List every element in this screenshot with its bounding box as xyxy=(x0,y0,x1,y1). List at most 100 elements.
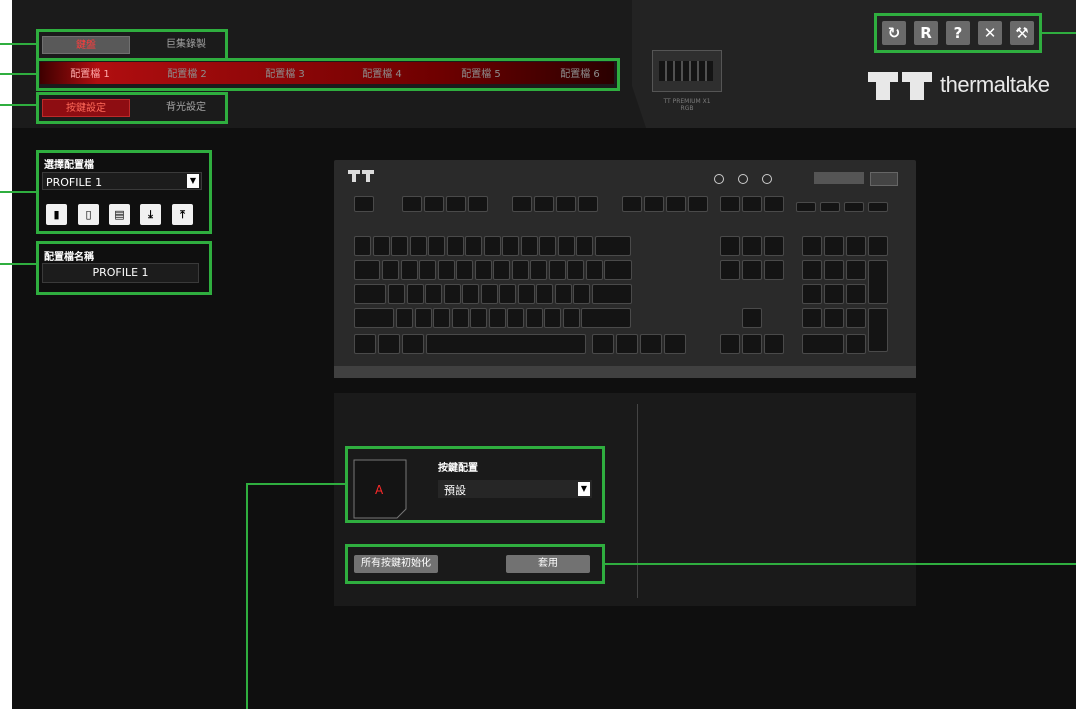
keyboard-key[interactable] xyxy=(824,236,844,256)
keyboard-key[interactable] xyxy=(742,236,762,256)
keyboard-key[interactable] xyxy=(468,196,488,212)
keyboard-key[interactable] xyxy=(556,196,576,212)
keyboard-key[interactable] xyxy=(372,236,390,256)
keyboard-key[interactable] xyxy=(644,196,664,212)
keyboard-key[interactable] xyxy=(548,260,566,280)
keyboard-key[interactable] xyxy=(802,334,844,354)
keyboard-key[interactable] xyxy=(824,284,844,304)
keyboard-key[interactable] xyxy=(666,196,686,212)
keyboard-key[interactable] xyxy=(557,236,575,256)
keyboard-key[interactable] xyxy=(720,196,740,212)
keyboard-key[interactable] xyxy=(502,236,519,256)
keyboard-key[interactable] xyxy=(354,196,374,212)
keyboard-key[interactable] xyxy=(592,334,614,354)
keyboard-key[interactable] xyxy=(622,196,642,212)
keyboard-key[interactable] xyxy=(530,260,547,280)
keyboard-key[interactable] xyxy=(846,260,866,280)
keyboard-key[interactable] xyxy=(354,260,380,280)
keyboard-key[interactable] xyxy=(573,284,590,304)
keyboard-key[interactable] xyxy=(483,236,501,256)
keyboard-key[interactable] xyxy=(640,334,662,354)
keyboard-key[interactable] xyxy=(511,260,529,280)
keyboard-key[interactable] xyxy=(402,334,424,354)
keyboard-key[interactable] xyxy=(456,260,473,280)
keyboard-key[interactable] xyxy=(462,284,479,304)
keyboard-key[interactable] xyxy=(802,260,822,280)
keyboard-key[interactable] xyxy=(536,284,553,304)
keyboard-key[interactable] xyxy=(474,260,492,280)
keyboard-key[interactable] xyxy=(443,284,461,304)
keyboard-key[interactable] xyxy=(525,308,543,328)
keyboard-key[interactable] xyxy=(493,260,510,280)
keyboard-key[interactable] xyxy=(581,308,631,328)
keyboard-key[interactable] xyxy=(720,260,740,280)
keyboard-key[interactable] xyxy=(396,308,413,328)
keyboard-key[interactable] xyxy=(391,236,408,256)
keyboard-key[interactable] xyxy=(488,308,506,328)
keyboard-key[interactable] xyxy=(846,284,866,304)
keyboard-key[interactable] xyxy=(437,260,455,280)
keyboard-key[interactable] xyxy=(824,260,844,280)
keyboard-key[interactable] xyxy=(846,236,866,256)
keyboard-key[interactable] xyxy=(688,196,708,212)
keyboard-key[interactable] xyxy=(868,260,888,304)
keyboard-key[interactable] xyxy=(742,308,762,328)
keyboard-key[interactable] xyxy=(591,284,632,304)
keyboard-key[interactable] xyxy=(388,284,405,304)
keyboard-key[interactable] xyxy=(764,196,784,212)
keyboard-key[interactable] xyxy=(604,260,632,280)
keyboard-key[interactable] xyxy=(354,334,376,354)
keyboard-key[interactable] xyxy=(616,334,638,354)
keyboard-key[interactable] xyxy=(512,196,532,212)
keyboard-key[interactable] xyxy=(517,284,535,304)
keyboard-key[interactable] xyxy=(764,334,784,354)
keyboard-key[interactable] xyxy=(742,196,762,212)
keyboard-key[interactable] xyxy=(520,236,538,256)
keyboard-key[interactable] xyxy=(802,284,822,304)
keyboard-key[interactable] xyxy=(354,236,371,256)
keyboard-key[interactable] xyxy=(406,284,424,304)
keyboard-key[interactable] xyxy=(846,334,866,354)
keyboard-key[interactable] xyxy=(562,308,580,328)
keyboard-key[interactable] xyxy=(354,284,386,304)
device-thumbnail[interactable] xyxy=(652,50,722,92)
keyboard-key[interactable] xyxy=(539,236,556,256)
keyboard-key[interactable] xyxy=(400,260,418,280)
keyboard-key[interactable] xyxy=(480,284,498,304)
keyboard-key[interactable] xyxy=(409,236,427,256)
keyboard-key[interactable] xyxy=(802,236,822,256)
keyboard-key[interactable] xyxy=(742,260,762,280)
keyboard-key[interactable] xyxy=(426,334,586,354)
keyboard-key[interactable] xyxy=(451,308,469,328)
keyboard-key[interactable] xyxy=(446,236,464,256)
keyboard-key[interactable] xyxy=(402,196,422,212)
keyboard-key[interactable] xyxy=(868,202,888,212)
keyboard-key[interactable] xyxy=(382,260,399,280)
keyboard-key[interactable] xyxy=(567,260,584,280)
keyboard-key[interactable] xyxy=(499,284,516,304)
keyboard-key[interactable] xyxy=(470,308,487,328)
keyboard-key[interactable] xyxy=(465,236,482,256)
keyboard-key[interactable] xyxy=(534,196,554,212)
keyboard-key[interactable] xyxy=(796,202,816,212)
keyboard-key[interactable] xyxy=(824,308,844,328)
keyboard-key[interactable] xyxy=(802,308,822,328)
keyboard-key[interactable] xyxy=(846,308,866,328)
keyboard-key[interactable] xyxy=(425,284,442,304)
keyboard-key[interactable] xyxy=(419,260,436,280)
keyboard-key[interactable] xyxy=(544,308,561,328)
keyboard-key[interactable] xyxy=(585,260,603,280)
keyboard-key[interactable] xyxy=(742,334,762,354)
keyboard-key[interactable] xyxy=(820,202,840,212)
keyboard-key[interactable] xyxy=(664,334,686,354)
keyboard-key[interactable] xyxy=(720,334,740,354)
keyboard-key[interactable] xyxy=(764,260,784,280)
keyboard-key[interactable] xyxy=(507,308,524,328)
keyboard-key[interactable] xyxy=(446,196,466,212)
keyboard-key[interactable] xyxy=(414,308,432,328)
keyboard-key[interactable] xyxy=(378,334,400,354)
keyboard-key[interactable] xyxy=(578,196,598,212)
keyboard-key[interactable] xyxy=(720,236,740,256)
keyboard-key[interactable] xyxy=(428,236,445,256)
keyboard-key[interactable] xyxy=(868,236,888,256)
